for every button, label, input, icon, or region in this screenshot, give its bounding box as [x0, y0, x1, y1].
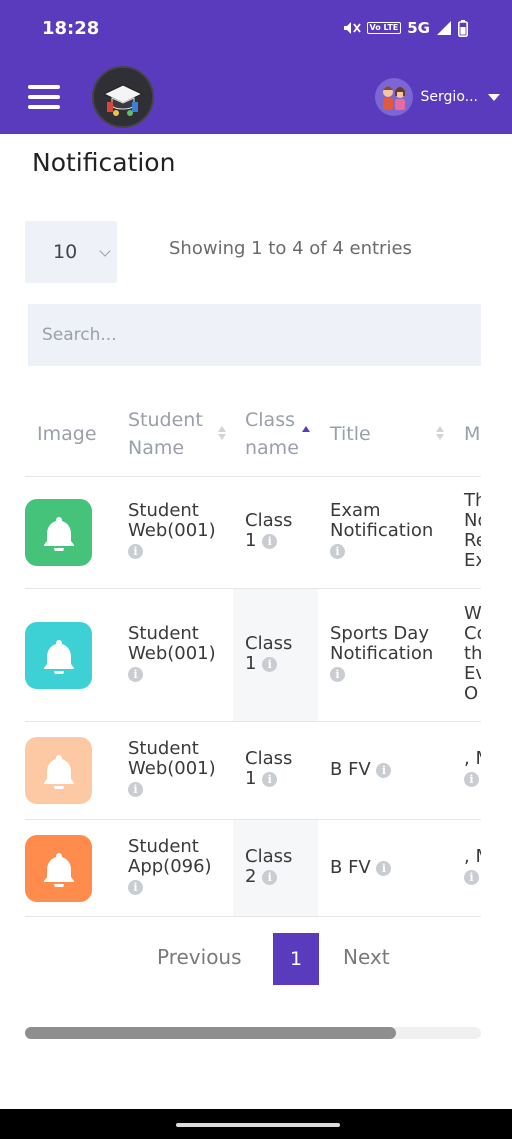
- search-input[interactable]: [28, 304, 481, 366]
- info-icon[interactable]: i: [128, 543, 143, 559]
- info-icon[interactable]: i: [262, 869, 278, 885]
- column-message[interactable]: M: [464, 391, 481, 477]
- status-bar: 18:28 Vo LTE 5G: [0, 0, 512, 60]
- info-icon[interactable]: i: [330, 666, 345, 682]
- avatar: [374, 78, 413, 116]
- info-icon[interactable]: i: [128, 781, 143, 797]
- info-icon[interactable]: i: [262, 771, 278, 787]
- column-class-name[interactable]: Class name: [245, 391, 317, 477]
- bell-icon: [25, 499, 92, 566]
- status-time: 18:28: [42, 18, 100, 39]
- school-logo[interactable]: [92, 66, 154, 128]
- table-row[interactable]: Student Web(001) i Class 1 i Sports Day …: [25, 589, 481, 722]
- message-cell: W Co th Ev O: [464, 603, 481, 704]
- horizontal-scrollbar[interactable]: [25, 1027, 481, 1039]
- next-page-button[interactable]: Next: [343, 945, 390, 969]
- table-row[interactable]: Student Web(001) i Class 1 i B FV i , M …: [25, 722, 481, 820]
- page-title: Notification: [32, 148, 176, 177]
- page-1-button[interactable]: 1: [273, 933, 319, 985]
- title-cell: B FV i: [330, 858, 392, 878]
- pagination: Previous 1 Next: [0, 933, 512, 985]
- column-title[interactable]: Title: [330, 391, 448, 477]
- class-name-cell: Class 2 i: [245, 846, 293, 887]
- status-icons: Vo LTE 5G: [343, 19, 468, 37]
- bell-icon: [25, 737, 92, 804]
- class-name-cell: Class 1 i: [245, 510, 293, 551]
- title-cell: Sports Day Notification i: [330, 623, 434, 682]
- previous-page-button[interactable]: Previous: [157, 945, 242, 969]
- menu-icon[interactable]: [28, 85, 60, 109]
- info-icon[interactable]: i: [262, 533, 278, 549]
- info-icon[interactable]: i: [262, 656, 278, 672]
- info-icon[interactable]: i: [128, 666, 143, 682]
- bell-icon: [25, 622, 92, 689]
- info-icon[interactable]: i: [464, 869, 479, 885]
- username: Sergio...: [420, 89, 478, 105]
- table-row[interactable]: Student App(096) i Class 2 i B FV i , M …: [25, 820, 481, 917]
- info-icon[interactable]: i: [464, 771, 479, 787]
- title-cell: B FV i: [330, 760, 392, 780]
- student-name-cell: Student Web(001) i: [128, 500, 216, 559]
- info-icon[interactable]: i: [330, 543, 345, 559]
- message-cell: , M i: [464, 847, 481, 887]
- bell-icon: [25, 835, 92, 902]
- student-name-cell: Student App(096) i: [128, 836, 212, 895]
- info-icon[interactable]: i: [376, 762, 392, 778]
- student-name-cell: Student Web(001) i: [128, 623, 216, 682]
- message-cell: , M i: [464, 749, 481, 789]
- mute-icon: [343, 22, 361, 34]
- entries-info: Showing 1 to 4 of 4 entries: [169, 238, 412, 259]
- info-icon[interactable]: i: [376, 860, 392, 876]
- scrollbar-thumb[interactable]: [25, 1027, 396, 1039]
- info-icon[interactable]: i: [128, 879, 143, 895]
- battery-icon: [458, 19, 468, 37]
- user-menu[interactable]: Sergio...: [374, 78, 500, 116]
- student-name-cell: Student Web(001) i: [128, 738, 216, 797]
- title-cell: Exam Notification i: [330, 500, 434, 559]
- table-header: Image Student Name Class name Title M: [25, 391, 481, 477]
- volte-icon: Vo LTE: [366, 22, 402, 34]
- network-type: 5G: [407, 19, 430, 37]
- table-row[interactable]: Student Web(001) i Class 1 i Exam Notifi…: [25, 477, 481, 589]
- column-image[interactable]: Image: [37, 391, 117, 477]
- sort-asc-icon: [302, 426, 310, 434]
- system-nav-bar: [0, 1109, 512, 1139]
- entries-per-page-value: 10: [53, 241, 78, 263]
- app-bar: Sergio...: [0, 60, 512, 134]
- column-student-name[interactable]: Student Name: [128, 391, 228, 477]
- notification-table: Image Student Name Class name Title M St…: [25, 391, 481, 917]
- chevron-down-icon: [488, 93, 500, 101]
- message-cell: Th No Re Ex: [464, 490, 481, 571]
- class-name-cell: Class 1 i: [245, 748, 293, 789]
- entries-per-page-select[interactable]: 10: [25, 221, 117, 283]
- chevron-down-icon: [99, 245, 111, 257]
- class-name-cell: Class 1 i: [245, 633, 293, 674]
- signal-icon: [437, 21, 451, 35]
- home-handle[interactable]: [176, 1123, 340, 1127]
- graduation-cap-icon: [94, 68, 152, 126]
- sort-icon: [436, 426, 444, 440]
- sort-icon: [218, 426, 226, 440]
